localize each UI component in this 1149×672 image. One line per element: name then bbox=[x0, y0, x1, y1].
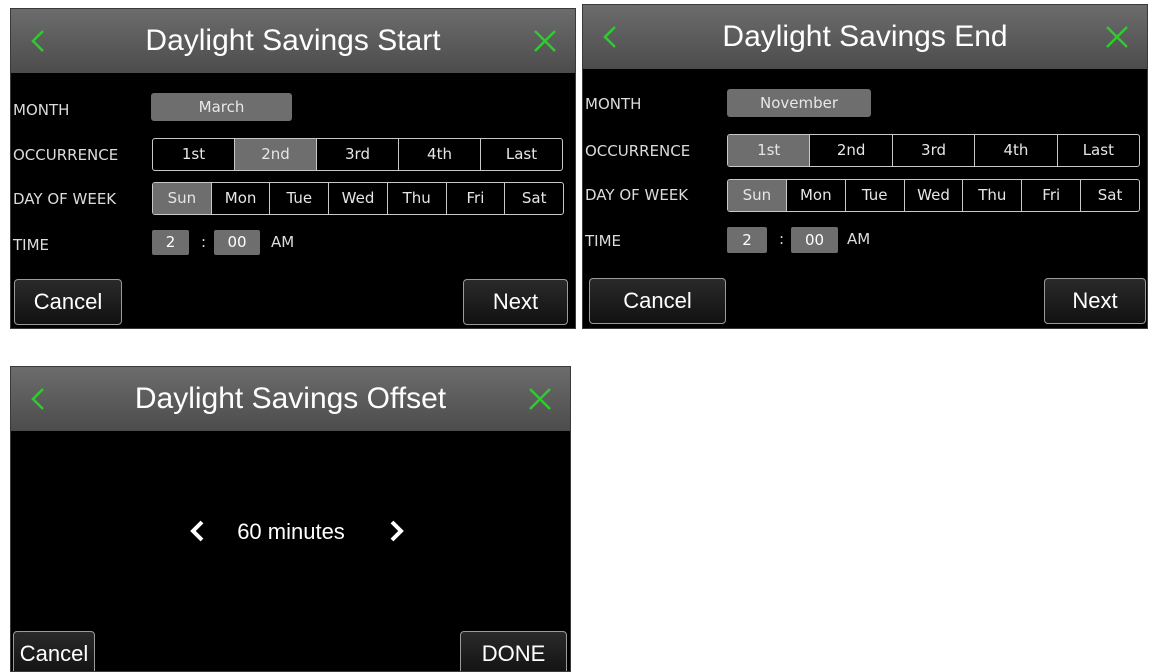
title-bar: Daylight Savings Start bbox=[11, 9, 575, 73]
close-button[interactable] bbox=[520, 379, 560, 419]
back-button[interactable] bbox=[591, 17, 631, 57]
minute-field[interactable]: 00 bbox=[214, 230, 260, 255]
day-option[interactable]: Thu bbox=[962, 180, 1021, 211]
offset-stepper: 60 minutes bbox=[11, 512, 570, 552]
occurrence-option[interactable]: 4th bbox=[974, 135, 1056, 166]
month-label: MONTH bbox=[585, 95, 642, 113]
chevron-left-icon bbox=[31, 388, 44, 410]
time-separator: : bbox=[201, 233, 207, 251]
day-of-week-label: DAY OF WEEK bbox=[13, 190, 117, 208]
offset-value: 60 minutes bbox=[237, 519, 345, 544]
occurrence-option[interactable]: 3rd bbox=[316, 139, 398, 170]
occurrence-selector: 1st 2nd 3rd 4th Last bbox=[727, 134, 1140, 167]
page-title: Daylight Savings End bbox=[722, 20, 1008, 53]
close-icon bbox=[529, 388, 551, 410]
dst-start-panel: Daylight Savings Start MONTH March OCCUR… bbox=[10, 8, 576, 329]
back-button[interactable] bbox=[19, 21, 59, 61]
occurrence-option[interactable]: 1st bbox=[153, 139, 234, 170]
day-option[interactable]: Sat bbox=[1080, 180, 1139, 211]
page-title: Daylight Savings Start bbox=[145, 24, 441, 57]
close-button[interactable] bbox=[1097, 17, 1137, 57]
occurrence-option[interactable]: Last bbox=[480, 139, 562, 170]
am-pm-field[interactable]: AM bbox=[847, 230, 870, 248]
time-label: TIME bbox=[585, 232, 622, 250]
month-label: MONTH bbox=[13, 101, 70, 119]
occurrence-option[interactable]: 4th bbox=[398, 139, 480, 170]
occurrence-option[interactable]: 1st bbox=[728, 135, 810, 166]
day-option[interactable]: Wed bbox=[903, 180, 963, 211]
chevron-left-icon bbox=[31, 30, 44, 52]
month-select[interactable]: March bbox=[151, 93, 292, 121]
cancel-button[interactable]: Cancel bbox=[14, 279, 122, 325]
occurrence-option[interactable]: 3rd bbox=[891, 135, 974, 166]
hour-field[interactable]: 2 bbox=[152, 230, 189, 255]
page-title: Daylight Savings Offset bbox=[134, 382, 447, 415]
title-bar: Daylight Savings Offset bbox=[11, 367, 570, 431]
day-of-week-selector: Sun Mon Tue Wed Thu Fri Sat bbox=[727, 179, 1140, 212]
day-option[interactable]: Mon bbox=[210, 183, 270, 214]
day-option[interactable]: Tue bbox=[269, 183, 328, 214]
occurrence-option[interactable]: 2nd bbox=[809, 135, 891, 166]
chevron-right-icon bbox=[390, 520, 404, 542]
occurrence-selector: 1st 2nd 3rd 4th Last bbox=[152, 138, 563, 171]
next-button[interactable]: Next bbox=[463, 279, 568, 325]
day-option[interactable]: Fri bbox=[1021, 180, 1080, 211]
dst-end-panel: Daylight Savings End MONTH November OCCU… bbox=[582, 4, 1148, 329]
hour-field[interactable]: 2 bbox=[727, 227, 767, 253]
day-option[interactable]: Mon bbox=[785, 180, 845, 211]
back-button[interactable] bbox=[19, 379, 59, 419]
chevron-left-icon bbox=[603, 26, 616, 48]
day-option[interactable]: Wed bbox=[328, 183, 387, 214]
close-icon bbox=[1106, 26, 1128, 48]
day-option[interactable]: Tue bbox=[844, 180, 904, 211]
day-of-week-label: DAY OF WEEK bbox=[585, 186, 689, 204]
done-button[interactable]: DONE bbox=[460, 631, 567, 671]
time-label: TIME bbox=[13, 236, 50, 254]
day-option[interactable]: Sun bbox=[728, 180, 786, 211]
occurrence-option[interactable]: Last bbox=[1056, 135, 1139, 166]
day-option[interactable]: Thu bbox=[386, 183, 446, 214]
day-option[interactable]: Sun bbox=[153, 183, 211, 214]
am-pm-field[interactable]: AM bbox=[271, 233, 294, 251]
occurrence-label: OCCURRENCE bbox=[585, 142, 691, 160]
day-option[interactable]: Sat bbox=[504, 183, 563, 214]
month-select[interactable]: November bbox=[727, 89, 871, 117]
day-of-week-selector: Sun Mon Tue Wed Thu Fri Sat bbox=[152, 182, 564, 215]
dst-offset-panel: Daylight Savings Offset 60 minutes Cance… bbox=[10, 366, 571, 672]
close-icon bbox=[534, 30, 556, 52]
cancel-button[interactable]: Cancel bbox=[13, 631, 95, 671]
time-separator: : bbox=[779, 230, 785, 248]
next-button[interactable]: Next bbox=[1044, 278, 1146, 324]
close-button[interactable] bbox=[525, 21, 565, 61]
occurrence-option[interactable]: 2nd bbox=[234, 139, 316, 170]
minute-field[interactable]: 00 bbox=[791, 227, 838, 253]
day-option[interactable]: Fri bbox=[445, 183, 505, 214]
cancel-button[interactable]: Cancel bbox=[589, 278, 726, 324]
increase-offset-button[interactable] bbox=[381, 516, 411, 546]
title-bar: Daylight Savings End bbox=[583, 5, 1147, 69]
occurrence-label: OCCURRENCE bbox=[13, 146, 119, 164]
